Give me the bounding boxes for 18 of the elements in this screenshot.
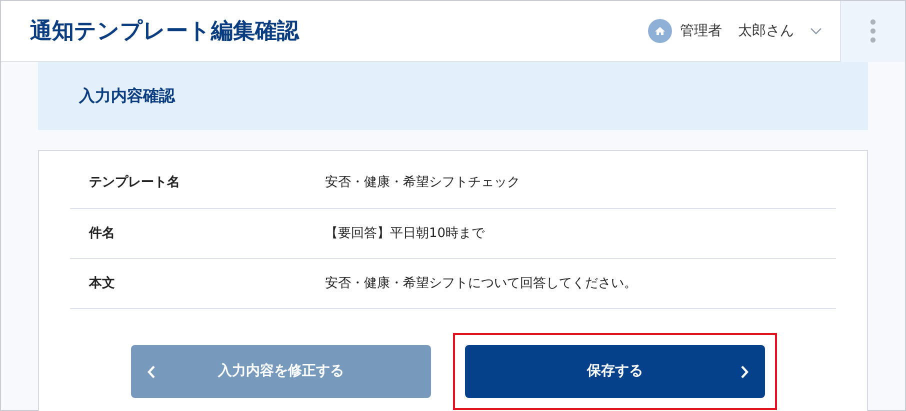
- more-menu-button[interactable]: [840, 0, 905, 62]
- field-value: 安否・健康・希望シフトチェック: [325, 174, 520, 192]
- chevron-down-icon: [810, 27, 822, 35]
- user-role: 管理者: [680, 22, 722, 40]
- field-label: 件名: [88, 224, 116, 243]
- page-title: 通知テンプレート編集確認: [29, 18, 300, 46]
- home-icon: [648, 19, 672, 43]
- field-label: 本文: [88, 274, 116, 293]
- user-menu[interactable]: 管理者 太郎さん: [648, 19, 822, 43]
- menu-icon: [870, 19, 876, 43]
- field-value: 安否・健康・希望シフトについて回答してください。: [325, 274, 637, 293]
- field-label: テンプレート名: [88, 174, 181, 192]
- user-name: 太郎さん: [738, 22, 794, 40]
- save-button[interactable]: 保存する: [465, 345, 765, 398]
- chevron-right-icon: [740, 364, 749, 378]
- chevron-left-icon: [147, 364, 156, 378]
- section-title: 入力内容確認: [79, 85, 175, 107]
- field-value: 【要回答】平日朝10時まで: [325, 224, 485, 243]
